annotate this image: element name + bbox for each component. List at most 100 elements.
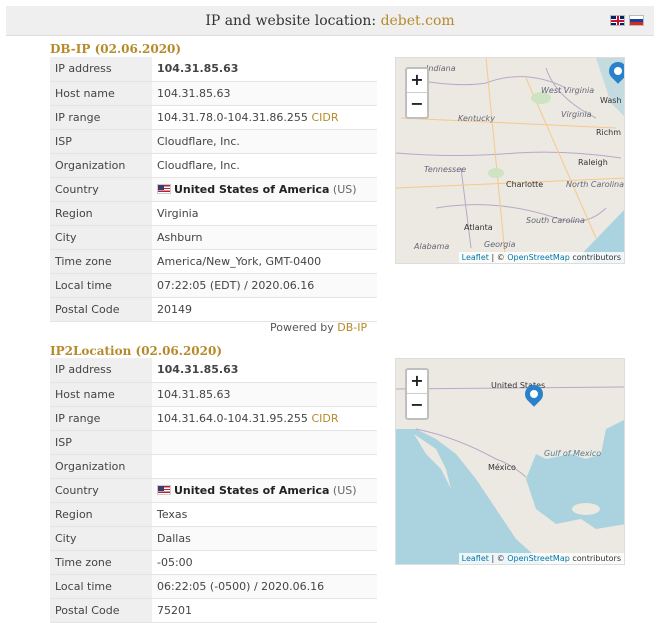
range-value: 104.31.64.0-104.31.95.255 xyxy=(157,411,308,425)
cidr-link[interactable]: CIDR xyxy=(311,412,338,425)
attribution-separator: | © xyxy=(488,253,508,262)
country-code: (US) xyxy=(332,483,357,497)
map-attribution: Leaflet | © OpenStreetMap contributors xyxy=(458,553,624,564)
ip-label: IP address xyxy=(50,57,152,82)
range-cell: 104.31.78.0-104.31.86.255 CIDR xyxy=(152,105,377,130)
table-row: Region Virginia xyxy=(50,201,377,226)
domain-link[interactable]: debet.com xyxy=(381,13,455,29)
page-title: IP and website location: xyxy=(205,13,381,29)
us-flag-icon xyxy=(157,484,171,495)
country-cell: United States of America (US) xyxy=(152,177,377,202)
map-label: Virginia xyxy=(561,110,592,119)
table-row: Time zone America/New_York, GMT-0400 xyxy=(50,249,377,274)
city-label: City xyxy=(50,225,152,250)
table-row: Local time 06:22:05 (-0500) / 2020.06.16 xyxy=(50,574,377,599)
table-row: IP address 104.31.85.63 xyxy=(50,57,377,82)
map-label: Wash xyxy=(600,96,622,105)
country-value: United States of America xyxy=(174,483,330,497)
ip-label: IP address xyxy=(50,358,152,383)
table-row: Host name 104.31.85.63 xyxy=(50,382,377,407)
zoom-control: + − xyxy=(405,67,429,119)
table-row: Host name 104.31.85.63 xyxy=(50,81,377,106)
zoom-out-button[interactable]: − xyxy=(407,93,427,117)
range-cell: 104.31.64.0-104.31.95.255 CIDR xyxy=(152,406,377,431)
attribution-suffix: contributors xyxy=(569,554,621,563)
powered-by: Powered by DB-IP xyxy=(270,321,367,334)
table-row: IP range 104.31.78.0-104.31.86.255 CIDR xyxy=(50,105,377,130)
map-label: Kentucky xyxy=(458,114,495,123)
dbip-map[interactable]: Indiana West Virginia Wash Virginia Kent… xyxy=(395,57,625,264)
osm-link[interactable]: OpenStreetMap xyxy=(507,253,570,262)
table-row: Organization xyxy=(50,454,377,479)
map-attribution: Leaflet | © OpenStreetMap contributors xyxy=(458,252,624,263)
timezone-value: America/New_York, GMT-0400 xyxy=(152,249,377,274)
country-code: (US) xyxy=(332,182,357,196)
table-row: Postal Code 75201 xyxy=(50,598,377,623)
dbip-link[interactable]: DB-IP xyxy=(337,321,367,334)
map-label: North Carolina xyxy=(566,180,625,189)
osm-link[interactable]: OpenStreetMap xyxy=(507,554,570,563)
postal-label: Postal Code xyxy=(50,297,152,322)
table-row: ISP xyxy=(50,430,377,455)
country-value: United States of America xyxy=(174,182,330,196)
host-value: 104.31.85.63 xyxy=(152,382,377,407)
table-row: Postal Code 20149 xyxy=(50,297,377,322)
table-row: Time zone -05:00 xyxy=(50,550,377,575)
map-label: South Carolina xyxy=(526,216,585,225)
range-value: 104.31.78.0-104.31.86.255 xyxy=(157,110,308,124)
zoom-in-button[interactable]: + xyxy=(407,69,427,93)
timezone-label: Time zone xyxy=(50,550,152,575)
country-label: Country xyxy=(50,177,152,202)
table-row: Country United States of America (US) xyxy=(50,177,377,202)
city-value: Dallas xyxy=(152,526,377,551)
leaflet-link[interactable]: Leaflet xyxy=(462,253,489,262)
timezone-label: Time zone xyxy=(50,249,152,274)
map-label: West Virginia xyxy=(541,86,595,95)
range-label: IP range xyxy=(50,105,152,130)
ip2location-map[interactable]: United States México Gulf of Mexico + − … xyxy=(395,358,625,565)
zoom-in-button[interactable]: + xyxy=(407,370,427,394)
city-value: Ashburn xyxy=(152,225,377,250)
leaflet-link[interactable]: Leaflet xyxy=(462,554,489,563)
table-row: Region Texas xyxy=(50,502,377,527)
isp-label: ISP xyxy=(50,430,152,455)
city-label: City xyxy=(50,526,152,551)
isp-label: ISP xyxy=(50,129,152,154)
range-label: IP range xyxy=(50,406,152,431)
ip-value: 104.31.85.63 xyxy=(152,358,377,383)
local-time-value: 06:22:05 (-0500) / 2020.06.16 xyxy=(152,574,377,599)
isp-value xyxy=(152,430,377,455)
flag-uk-icon[interactable] xyxy=(610,15,625,26)
postal-value: 20149 xyxy=(152,297,377,322)
org-label: Organization xyxy=(50,153,152,178)
org-value: Cloudflare, Inc. xyxy=(152,153,377,178)
local-time-label: Local time xyxy=(50,273,152,298)
local-time-label: Local time xyxy=(50,574,152,599)
table-row: Organization Cloudflare, Inc. xyxy=(50,153,377,178)
postal-label: Postal Code xyxy=(50,598,152,623)
org-label: Organization xyxy=(50,454,152,479)
attribution-suffix: contributors xyxy=(569,253,621,262)
table-row: City Dallas xyxy=(50,526,377,551)
country-label: Country xyxy=(50,478,152,503)
map-label: Alabama xyxy=(414,242,450,251)
cidr-link[interactable]: CIDR xyxy=(311,111,338,124)
table-row: IP range 104.31.64.0-104.31.95.255 CIDR xyxy=(50,406,377,431)
flag-ru-icon[interactable] xyxy=(629,15,644,26)
region-value: Texas xyxy=(152,502,377,527)
ip2location-info-table: IP address 104.31.85.63 Host name 104.31… xyxy=(50,358,377,623)
map-label: Tennessee xyxy=(424,165,467,174)
map-label: Atlanta xyxy=(464,223,493,232)
zoom-out-button[interactable]: − xyxy=(407,394,427,418)
language-switcher xyxy=(610,15,644,26)
map-label: México xyxy=(488,463,516,472)
table-row: IP address 104.31.85.63 xyxy=(50,358,377,383)
map-label: Raleigh xyxy=(578,158,608,167)
powered-by-label: Powered by xyxy=(270,321,338,334)
region-label: Region xyxy=(50,201,152,226)
host-value: 104.31.85.63 xyxy=(152,81,377,106)
map-label: Richm xyxy=(596,128,622,137)
table-row: ISP Cloudflare, Inc. xyxy=(50,129,377,154)
table-row: City Ashburn xyxy=(50,225,377,250)
local-time-value: 07:22:05 (EDT) / 2020.06.16 xyxy=(152,273,377,298)
